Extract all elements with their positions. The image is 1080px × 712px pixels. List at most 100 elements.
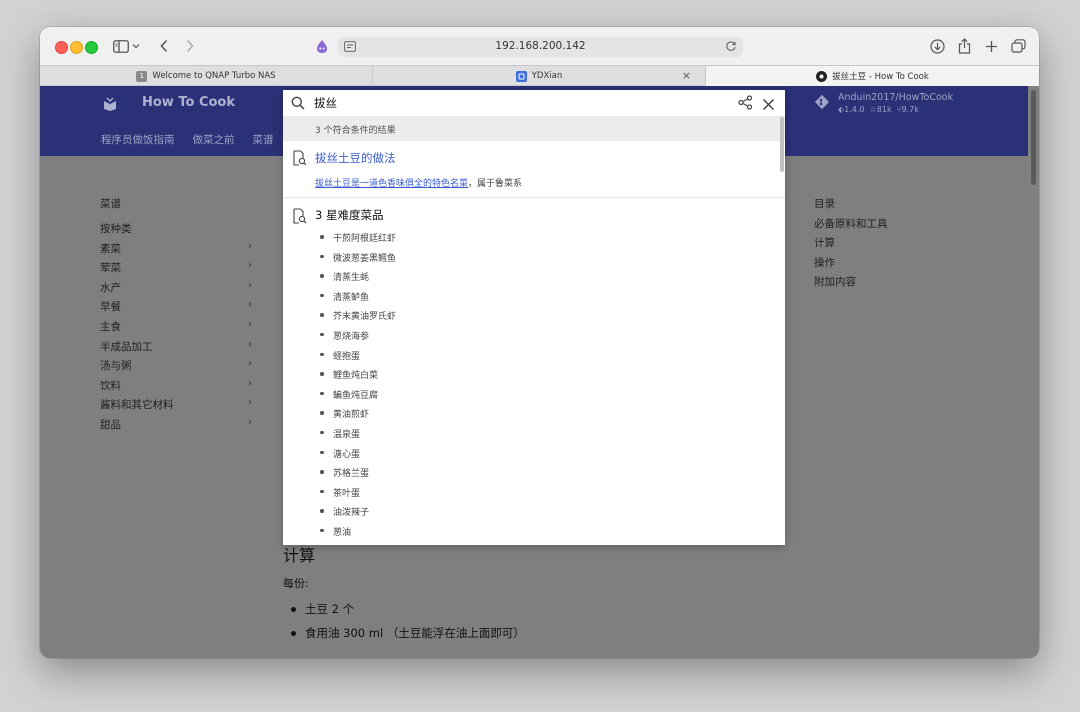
result-title[interactable]: 3 星难度菜品 xyxy=(315,207,383,223)
sidebar-item[interactable]: 甜品 › xyxy=(100,417,252,437)
result-item[interactable]: 芥末黄油罗氏虾 xyxy=(315,309,396,329)
chevron-right-icon: › xyxy=(248,240,252,252)
sidebar-item[interactable]: 酱料和其它材料 › xyxy=(100,397,252,417)
sidebar-item[interactable]: 早餐 › xyxy=(100,299,252,319)
minimize-window-button[interactable] xyxy=(70,41,83,54)
result-item[interactable]: 油泼辣子 xyxy=(315,505,396,525)
repo-version: 1.4.0 xyxy=(844,105,865,114)
toc-item[interactable]: 附加内容 xyxy=(814,274,888,294)
sidebar-item[interactable]: 半成品加工 › xyxy=(100,339,252,359)
qnap-favicon-icon: 1 xyxy=(136,70,148,82)
result-item[interactable]: 蛏抱蛋 xyxy=(315,349,396,369)
toc-title: 目录 xyxy=(814,198,835,210)
page-scrollbar[interactable] xyxy=(1028,86,1039,658)
forward-icon[interactable] xyxy=(179,35,201,57)
result-item[interactable]: 微波葱姜黑鳕鱼 xyxy=(315,251,396,271)
sidebar-item-label: 水产 xyxy=(100,281,121,294)
sidebar-item[interactable]: 荤菜 › xyxy=(100,260,252,280)
reload-icon[interactable] xyxy=(725,40,737,55)
chevron-right-icon: › xyxy=(248,299,252,311)
tab-howtocook[interactable]: 拔丝土豆 - How To Cook xyxy=(706,66,1039,86)
toc-item[interactable]: 必备原料和工具 xyxy=(814,216,888,236)
result-snippet: 拔丝土豆是一道色香味俱全的特色名菜，属于鲁菜系 xyxy=(315,176,522,189)
result-item[interactable]: 黄油煎虾 xyxy=(315,407,396,427)
scrollbar-thumb[interactable] xyxy=(1031,90,1036,185)
back-icon[interactable] xyxy=(153,35,175,57)
sidebar-item-label: 甜品 xyxy=(100,418,121,431)
result-item[interactable]: 鳊鱼炖豆腐 xyxy=(315,388,396,408)
sidebar-title: 菜谱 xyxy=(100,198,121,210)
results-scrollbar[interactable] xyxy=(780,117,784,172)
tab-title: YDXian xyxy=(531,71,563,81)
sidebar-item-label: 酱料和其它材料 xyxy=(100,399,174,412)
toc-item[interactable]: 计算 xyxy=(814,235,888,255)
site-brand[interactable]: How To Cook xyxy=(142,95,235,110)
result-item[interactable]: 苏格兰蛋 xyxy=(315,466,396,486)
chevron-right-icon: › xyxy=(248,416,252,428)
result-item[interactable]: 葱油 xyxy=(315,525,396,545)
repo-name: Anduin2017/HowToCook xyxy=(838,92,954,103)
sidebar-item[interactable]: 素菜 › xyxy=(100,241,252,261)
close-tab-icon[interactable]: × xyxy=(682,69,691,82)
sidebar-item[interactable]: 饮料 › xyxy=(100,378,252,398)
address-bar[interactable]: 192.168.200.142 xyxy=(338,37,743,57)
maximize-window-button[interactable] xyxy=(85,41,98,54)
result-item[interactable]: 鲤鱼炖白菜 xyxy=(315,368,396,388)
search-result[interactable]: 3 星难度菜品 干煎阿根廷红虾 微波葱姜黑鳕鱼 清蒸生蚝 清蒸鲈鱼 芥末黄油罗氏… xyxy=(283,198,785,545)
result-item[interactable]: 溏心蛋 xyxy=(315,447,396,467)
page-content: How To Cook 程序员做饭指南 做菜之前 菜谱 Anduin2017/H… xyxy=(40,86,1039,658)
result-title[interactable]: 拔丝土豆的做法 xyxy=(315,150,396,166)
chevron-right-icon: › xyxy=(248,318,252,330)
tab-overview-icon[interactable] xyxy=(1007,35,1029,57)
close-window-button[interactable] xyxy=(55,41,68,54)
sidebar-item-label: 早餐 xyxy=(100,301,121,314)
browser-window: 192.168.200.142 1 Welcome to QNAP Turbo … xyxy=(40,27,1039,658)
site-nav: 程序员做饭指南 做菜之前 菜谱 xyxy=(101,132,274,147)
share-browser-icon[interactable] xyxy=(953,35,975,57)
ingredient-item: 食用油 300 ml （土豆能浮在油上面即可） xyxy=(283,625,525,649)
close-icon[interactable] xyxy=(762,96,775,115)
search-input[interactable] xyxy=(314,94,734,112)
table-of-contents: 目录 必备原料和工具 计算 操作 附加内容 xyxy=(814,196,888,294)
result-item[interactable]: 清蒸鲈鱼 xyxy=(315,290,396,310)
nav-item[interactable]: 程序员做饭指南 xyxy=(101,132,175,147)
search-result[interactable]: 拔丝土豆的做法 拔丝土豆是一道色香味俱全的特色名菜，属于鲁菜系 xyxy=(283,141,785,198)
sidebar-item[interactable]: 汤与粥 › xyxy=(100,358,252,378)
sidebar-item[interactable]: 主食 › xyxy=(100,319,252,339)
sidebar-item[interactable]: 按种类 xyxy=(100,221,252,241)
tab-qnap[interactable]: 1 Welcome to QNAP Turbo NAS xyxy=(40,66,373,86)
result-item[interactable]: 干煎阿根廷红虾 xyxy=(315,231,396,251)
sidebar-item[interactable]: 水产 › xyxy=(100,280,252,300)
address-text: 192.168.200.142 xyxy=(495,40,586,52)
tab-ydxian[interactable]: YDXian × xyxy=(373,66,706,86)
result-item[interactable]: 茶叶蛋 xyxy=(315,486,396,506)
chevron-right-icon: › xyxy=(248,338,252,350)
tab-title: 拔丝土豆 - How To Cook xyxy=(832,72,929,82)
toc-item[interactable]: 操作 xyxy=(814,255,888,275)
result-item[interactable]: 温泉蛋 xyxy=(315,427,396,447)
section-heading: 计算 xyxy=(283,546,316,565)
result-item[interactable]: 清蒸生蚝 xyxy=(315,270,396,290)
document-search-icon xyxy=(292,208,307,228)
result-count-text: 3 个符合条件的结果 xyxy=(315,126,396,136)
book-icon xyxy=(102,96,118,116)
result-item[interactable]: 葱烧海参 xyxy=(315,329,396,349)
nav-item[interactable]: 菜谱 xyxy=(253,132,274,147)
result-count: 3 个符合条件的结果 xyxy=(283,117,785,141)
downloads-icon[interactable] xyxy=(926,35,948,57)
sidebar-item-label: 汤与粥 xyxy=(100,360,132,373)
sidebar-item-label: 素菜 xyxy=(100,242,121,255)
tab-title: Welcome to QNAP Turbo NAS xyxy=(152,71,276,81)
repo-stars: 81k xyxy=(876,105,892,114)
result-snippet-link[interactable]: 拔丝土豆是一道色香味俱全的特色名菜 xyxy=(315,179,468,189)
chevron-down-icon[interactable] xyxy=(129,35,143,57)
sidebar-item-label: 按种类 xyxy=(100,223,132,235)
share-icon[interactable] xyxy=(738,95,753,114)
chevron-right-icon: › xyxy=(248,397,252,409)
github-favicon-icon xyxy=(816,70,828,82)
extension-icon[interactable] xyxy=(311,35,333,57)
nav-item[interactable]: 做菜之前 xyxy=(193,132,235,147)
sidebar-item-label: 饮料 xyxy=(100,379,121,392)
ingredient-list: 土豆 2 个 食用油 300 ml （土豆能浮在油上面即可） xyxy=(283,601,525,649)
new-tab-icon[interactable] xyxy=(980,35,1002,57)
